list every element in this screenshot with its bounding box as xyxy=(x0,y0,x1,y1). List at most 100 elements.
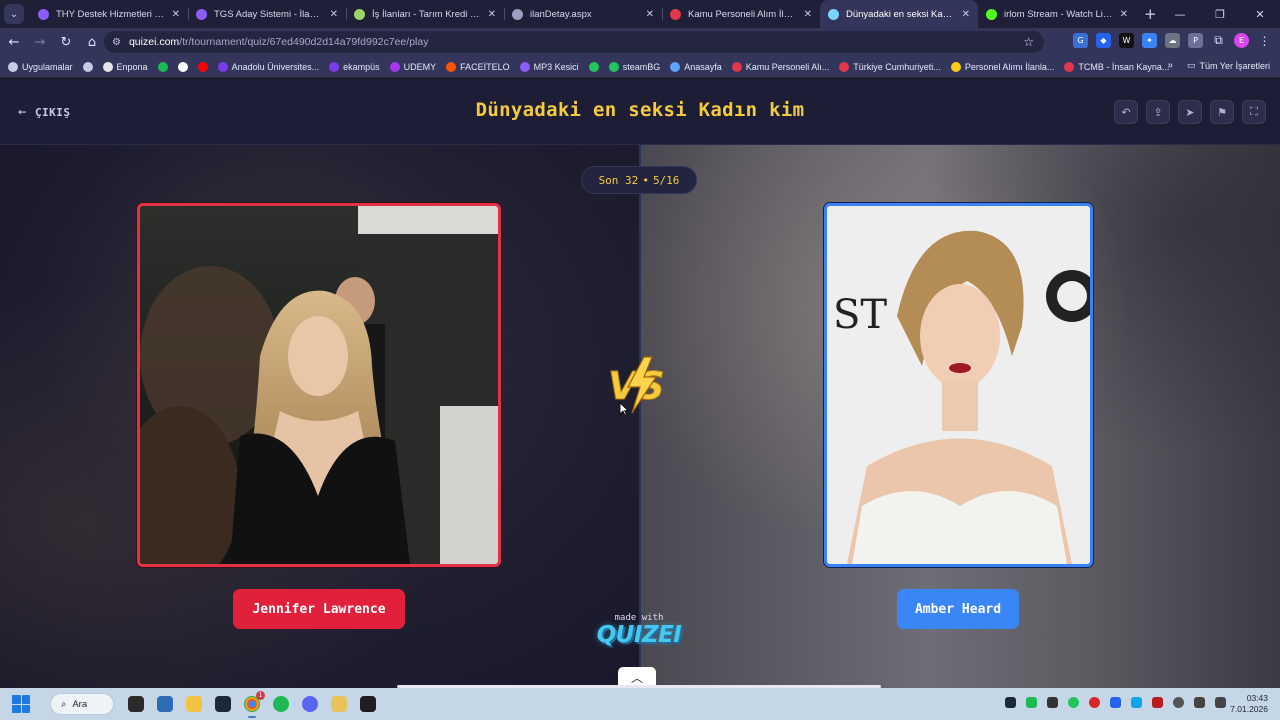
choose-right-button[interactable]: Amber Heard xyxy=(897,589,1019,629)
bookmark-item[interactable]: Uygulamalar xyxy=(8,61,73,72)
bookmark-item[interactable]: Türkiye Cumhuriyeti... xyxy=(839,61,941,72)
minimize-icon[interactable]: — xyxy=(1160,0,1200,28)
browser-tab[interactable]: THY Destek Hizmetleri İş İlanları ✕ xyxy=(30,0,188,28)
made-with-badge[interactable]: made with QUIZEI xyxy=(589,613,689,648)
close-tab-icon[interactable]: ✕ xyxy=(962,9,970,20)
browser-tab[interactable]: Kamu Personeli Alım İlanları ✕ xyxy=(662,0,820,28)
bookmark-item[interactable] xyxy=(197,61,212,72)
bookmark-item[interactable]: ekampüs xyxy=(329,61,380,72)
bookmark-item[interactable]: FACEİTELO xyxy=(446,61,510,72)
right-photo: ST xyxy=(827,206,1090,564)
home-icon[interactable]: ⌂ xyxy=(80,30,104,54)
send-icon[interactable]: ➤ xyxy=(1178,100,1202,124)
bookmark-item[interactable]: Kamu Personeli Alı... xyxy=(731,61,830,72)
tray-cloud-icon[interactable] xyxy=(1131,697,1142,708)
tray-opera-icon[interactable] xyxy=(1089,697,1100,708)
browser-tab[interactable]: irlom Stream - Watch Live on K ✕ xyxy=(978,0,1136,28)
bookmark-item[interactable]: Personel Alımı İlanla... xyxy=(950,61,1055,72)
shield-extension-icon[interactable]: ◆ xyxy=(1096,33,1111,48)
close-tab-icon[interactable]: ✕ xyxy=(646,9,654,20)
back-icon[interactable]: ← xyxy=(2,30,26,54)
left-choice-image[interactable] xyxy=(137,203,501,567)
bookmark-item[interactable] xyxy=(157,61,172,72)
undo-icon[interactable]: ↶ xyxy=(1114,100,1138,124)
close-window-icon[interactable]: ✕ xyxy=(1240,0,1280,28)
bookmark-item[interactable]: Anadolu Üniversites... xyxy=(217,61,319,72)
forward-icon[interactable]: → xyxy=(28,30,52,54)
versus-arena: Son 32 • 5/16 ST Jennifer Lawrence Amber… xyxy=(0,145,1280,688)
tab-search-button[interactable]: ⌄ xyxy=(4,4,24,24)
terminal-icon[interactable] xyxy=(360,696,376,712)
new-tab-button[interactable]: + xyxy=(1144,5,1157,23)
cloud-extension-icon[interactable]: ☁ xyxy=(1165,33,1180,48)
bookmark-star-icon[interactable]: ☆ xyxy=(1023,35,1034,49)
windows-start-icon[interactable] xyxy=(12,695,30,713)
maximize-icon[interactable]: ❐ xyxy=(1200,0,1240,28)
close-tab-icon[interactable]: ✕ xyxy=(804,9,812,20)
translate-extension-icon[interactable]: G xyxy=(1073,33,1088,48)
vpn-extension-icon[interactable]: ✦ xyxy=(1142,33,1157,48)
bookmark-label: TCMB - İnsan Kayna... xyxy=(1078,61,1170,72)
menu-kebab-icon[interactable]: ⋮ xyxy=(1257,33,1272,48)
tray-status-icon[interactable] xyxy=(1068,697,1079,708)
discord-icon[interactable] xyxy=(302,696,318,712)
network-icon[interactable] xyxy=(1194,697,1205,708)
tray-steam-icon[interactable] xyxy=(1005,697,1016,708)
tray-app-icon[interactable] xyxy=(1047,697,1058,708)
bookmark-label: ekampüs xyxy=(343,61,380,72)
bookmark-item[interactable]: Enpona xyxy=(102,61,148,72)
bookmark-favicon-icon xyxy=(197,61,208,72)
tray-shield-icon[interactable] xyxy=(1110,697,1121,708)
tray-vivaldi-icon[interactable] xyxy=(1152,697,1163,708)
flag-icon[interactable]: ⚑ xyxy=(1210,100,1234,124)
bookmark-label: Personel Alımı İlanla... xyxy=(964,61,1055,72)
task-view-icon[interactable] xyxy=(128,696,144,712)
close-tab-icon[interactable]: ✕ xyxy=(1120,9,1128,20)
p-extension-icon[interactable]: P xyxy=(1188,33,1203,48)
address-bar[interactable]: ⚙ quizei.com/tr/tournament/quiz/67ed490d… xyxy=(104,31,1044,53)
bookmark-favicon-icon xyxy=(839,61,850,72)
horizontal-scrollbar[interactable] xyxy=(397,685,881,688)
choose-left-button[interactable]: Jennifer Lawrence xyxy=(233,589,405,629)
bookmark-label: Kamu Personeli Alı... xyxy=(745,61,830,72)
tray-spotify-icon[interactable] xyxy=(1026,697,1037,708)
bookmark-item[interactable] xyxy=(588,61,603,72)
media-player-icon[interactable] xyxy=(331,696,347,712)
bookmark-item[interactable]: steamBG xyxy=(608,61,660,72)
all-bookmarks-folder[interactable]: ▭ Tüm Yer İşaretleri xyxy=(1187,60,1270,71)
share-icon[interactable]: ⇪ xyxy=(1146,100,1170,124)
store-icon[interactable] xyxy=(157,696,173,712)
fullscreen-icon[interactable]: ⛶ xyxy=(1242,100,1266,124)
bookmark-item[interactable]: UDEMY xyxy=(389,61,437,72)
taskbar-search[interactable]: ⌕ Ara xyxy=(50,693,114,715)
close-tab-icon[interactable]: ✕ xyxy=(488,9,496,20)
profile-avatar[interactable]: E xyxy=(1234,33,1249,48)
bookmark-item[interactable]: TCMB - İnsan Kayna... xyxy=(1064,61,1170,72)
bookmark-label: UDEMY xyxy=(403,61,437,72)
quiz-header: ← ÇIKIŞ Dünyadaki en seksi Kadın kim ↶ ⇪… xyxy=(0,79,1280,145)
bookmark-item[interactable]: MP3 Kesici xyxy=(519,61,579,72)
browser-tab[interactable]: İş İlanları - Tarım Kredi Holding ✕ xyxy=(346,0,504,28)
browser-tab[interactable]: TGS Aday Sistemi - İlan Listesi ✕ xyxy=(188,0,346,28)
steam-icon[interactable] xyxy=(215,696,231,712)
file-explorer-icon[interactable] xyxy=(186,696,202,712)
more-bookmarks-icon[interactable]: » xyxy=(1167,60,1173,71)
browser-tab[interactable]: Dünyadaki en seksi Kadın kim ✕ xyxy=(820,0,978,28)
chrome-icon[interactable]: 1 xyxy=(244,691,265,718)
bookmark-item[interactable] xyxy=(177,61,192,72)
clock[interactable]: 03:43 7.01.2026 xyxy=(1230,693,1268,715)
browser-tab[interactable]: ilanDetay.aspx ✕ xyxy=(504,0,662,28)
reload-icon[interactable]: ↻ xyxy=(54,30,78,54)
bookmark-item[interactable] xyxy=(82,61,97,72)
spotify-icon[interactable] xyxy=(273,696,289,712)
microphone-icon[interactable] xyxy=(1173,697,1184,708)
extensions-puzzle-icon[interactable]: ⧉ xyxy=(1211,33,1226,48)
w-extension-icon[interactable]: W xyxy=(1119,33,1134,48)
bookmark-favicon-icon xyxy=(217,61,228,72)
close-tab-icon[interactable]: ✕ xyxy=(330,9,338,20)
close-tab-icon[interactable]: ✕ xyxy=(172,9,180,20)
site-info-icon[interactable]: ⚙ xyxy=(112,37,121,48)
volume-icon[interactable] xyxy=(1215,697,1226,708)
right-choice-image[interactable]: ST xyxy=(824,203,1093,567)
bookmark-item[interactable]: Anasayfa xyxy=(670,61,722,72)
